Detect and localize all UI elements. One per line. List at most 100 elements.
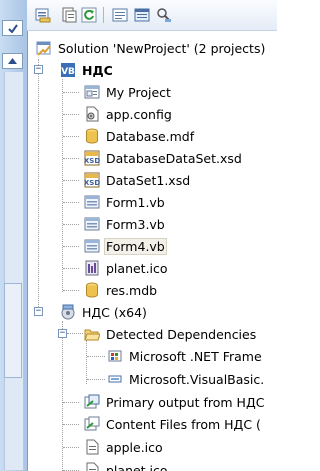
project-item-label: My Project [106,84,171,100]
tree-line [63,158,79,159]
left-scrollbar-track[interactable] [4,72,24,470]
properties-button[interactable] [34,6,52,24]
checkmark-dropdown-button[interactable] [2,20,23,36]
show-all-files-button[interactable] [60,6,78,24]
chevron-up-icon [8,58,17,64]
project-item-label: res.mdb [106,282,158,298]
file-label: planet.ico [106,462,168,471]
solution-label: Solution 'NewProject' (2 projects) [58,40,266,56]
tree-line [63,268,79,269]
tree-line [63,202,79,203]
solution-tree: Solution 'NewProject' (2 projects) − VB … [27,31,277,471]
collapse-setup-project-button[interactable]: − [34,307,43,316]
view-code-icon [112,8,128,22]
output-item[interactable]: Content Files from НДС ( [84,413,263,435]
vb-project-icon: VB [60,62,76,78]
project-item[interactable]: Form3.vb [84,213,167,235]
output-label: Primary output from НДС [106,394,265,410]
dependency-item[interactable]: Microsoft .NET Frame [107,345,264,367]
project-item[interactable]: My Project [84,81,173,103]
scroll-up-button[interactable] [2,53,23,69]
project-item-label: Database.mdf [106,128,195,144]
dependency-label: Microsoft .NET Frame [129,348,262,364]
check-icon [7,23,18,33]
tree-line [87,356,105,357]
left-scrollbar-thumb[interactable] [4,283,22,378]
project-item[interactable]: planet.ico [84,257,170,279]
solution-icon [36,40,52,56]
detected-dependencies-node[interactable]: Detected Dependencies [84,323,258,345]
my-project-icon [84,84,100,100]
tree-line [87,379,105,380]
svg-text:VB: VB [61,67,75,77]
tree-line [63,92,79,93]
ico-file-icon [84,260,100,276]
tree-line [63,180,79,181]
project-item[interactable]: XSD DataSet1.xsd [84,169,192,191]
folder-open-icon [84,326,100,342]
assembly-icon [107,371,123,387]
class-view-button[interactable] [155,6,173,24]
svg-text:XSD: XSD [84,157,100,165]
tree-line [62,79,63,292]
file-item[interactable]: planet.ico [84,459,170,471]
dataset-icon: XSD [84,150,100,166]
output-label: Content Files from НДС ( [106,416,261,432]
output-item[interactable]: Primary output from НДС [84,391,266,413]
properties-icon [35,8,51,23]
project-item-label: app.config [106,106,172,122]
tree-line [63,246,79,247]
svg-text:XSD: XSD [84,179,100,187]
tree-line [63,136,79,137]
content-files-icon [84,416,100,432]
project-item-label: Form3.vb [106,216,165,232]
class-view-icon [157,8,171,22]
file-item[interactable]: apple.ico [84,436,165,458]
project-item[interactable]: Form4.vb [84,235,167,257]
dependency-item[interactable]: Microsoft.VisualBasic. [107,368,266,390]
file-icon [84,462,100,471]
project-item-label: DataSet1.xsd [106,172,191,188]
setup-project-node[interactable]: НДС (x64) [60,301,149,323]
project-item[interactable]: res.mdb [84,279,159,301]
tree-line [63,114,79,115]
dependency-label: Microsoft.VisualBasic. [129,371,265,387]
config-file-icon [84,106,100,122]
detected-dependencies-label: Detected Dependencies [106,326,257,342]
project-item-label: Form1.vb [106,194,165,210]
tree-line [62,321,63,471]
project-label: НДС [82,62,113,78]
project-item[interactable]: XSD DatabaseDataSet.xsd [84,147,244,169]
refresh-icon [81,7,97,23]
left-panel-edge [0,0,28,471]
toolbar-separator [103,7,104,23]
view-designer-icon [134,8,150,22]
tree-line [63,424,79,425]
form-icon [84,216,100,232]
primary-output-icon [84,394,100,410]
project-item-label: planet.ico [106,260,168,276]
tree-line [63,402,79,403]
solution-explorer-toolbar [27,0,277,31]
tree-line [63,224,79,225]
collapse-project-button[interactable]: − [34,65,43,74]
database-icon [84,128,100,144]
view-code-button[interactable] [111,6,129,24]
setup-project-label: НДС (x64) [82,304,147,320]
solution-node[interactable]: Solution 'NewProject' (2 projects) [36,37,267,59]
tree-line [63,290,79,291]
dotnet-framework-icon [107,348,123,364]
project-item[interactable]: app.config [84,103,174,125]
project-item[interactable]: Database.mdf [84,125,196,147]
tree-line [86,340,87,384]
refresh-button[interactable] [80,6,98,24]
project-item-label: DatabaseDataSet.xsd [106,150,242,166]
open-file-icon [62,7,77,23]
project-node[interactable]: VB НДС [60,59,115,81]
dataset-icon: XSD [84,172,100,188]
view-designer-button[interactable] [133,6,151,24]
collapse-dependencies-button[interactable]: − [58,329,67,338]
tree-line [63,447,79,448]
form-icon [84,238,100,254]
project-item[interactable]: Form1.vb [84,191,167,213]
